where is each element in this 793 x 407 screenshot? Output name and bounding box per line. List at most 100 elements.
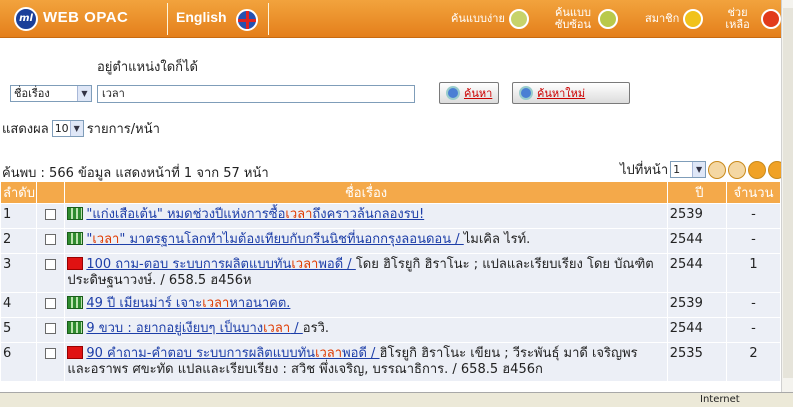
col-no: ลำดับ <box>0 181 38 204</box>
new-search-button[interactable]: ค้นหาใหม่ <box>512 82 630 104</box>
nav-advanced-search-label: ค้นแบบซับซ้อน <box>554 6 592 31</box>
chevron-down-icon[interactable]: ▼ <box>692 162 706 177</box>
title-text: พอดี / <box>318 257 356 272</box>
book-icon-green <box>67 207 84 220</box>
title-link[interactable]: 90 คำถาม-คำตอบ ระบบการผลิตแบบทันเวลาพอดี… <box>86 346 379 361</box>
nav-member[interactable]: สมาชิก <box>645 0 704 38</box>
book-icon-red <box>67 257 84 270</box>
chevron-down-icon[interactable]: ▼ <box>69 121 83 136</box>
simple-search-icon <box>508 9 529 29</box>
scrollbar-thumb[interactable] <box>783 8 793 378</box>
title-link[interactable]: 9 ขวบ : อยากอยู่เงียบๆ เป็นบางเวลา / <box>86 321 302 336</box>
row-year: 2539 <box>666 203 727 229</box>
book-icon-green <box>67 321 84 334</box>
browser-status-bar: Internet <box>0 392 793 407</box>
row-checkbox[interactable] <box>45 259 57 270</box>
row-title-cell: 90 คำถาม-คำตอบ ระบบการผลิตแบบทันเวลาพอดี… <box>64 342 668 382</box>
title-highlight: เวลา <box>285 207 313 222</box>
row-checkbox[interactable] <box>45 323 57 334</box>
col-year: ปี <box>666 181 727 204</box>
title-text: ถึงคราวล้นกลองรบ! <box>312 207 425 222</box>
nav-member-label: สมาชิก <box>645 12 680 25</box>
page-navigation: ไปที่หน้า 1 ▼ <box>620 159 787 180</box>
goto-page-value: 1 <box>673 163 681 176</box>
title-text: 100 ถาม-ตอบ ระบบการผลิตแบบทัน <box>86 257 292 272</box>
row-number: 2 <box>0 228 38 254</box>
row-checkbox-cell <box>36 228 66 254</box>
result-summary: ค้นพบ : 566 ข้อมูล แสดงหน้าที่ 1 จาก 57 … <box>2 166 269 181</box>
title-text: "แก่งเสือเต้น" หมดช่วงปีแห่งการซื้อ <box>86 207 286 222</box>
row-title-cell: 49 ปี เมียนม่าร์ เจาะเวลาหาอนาคต. <box>64 292 668 318</box>
row-checkbox-cell <box>36 203 66 229</box>
row-title-cell: 100 ถาม-ตอบ ระบบการผลิตแบบทันเวลาพอดี / … <box>64 253 668 293</box>
row-year: 2535 <box>666 342 727 382</box>
per-page-label: แสดงผล <box>2 122 49 137</box>
search-button[interactable]: ค้นหา <box>439 82 500 104</box>
advanced-search-icon <box>598 9 618 29</box>
book-icon-green <box>67 232 84 245</box>
row-title-cell: "แก่งเสือเต้น" หมดช่วงปีแห่งการซื้อเวลาถ… <box>64 203 668 229</box>
row-title-cell: "เวลา" มาตรฐานโลกทำไมต้องเทียบกับกรีนนิช… <box>64 228 668 254</box>
table-row: 5 9 ขวบ : อยากอยู่เงียบๆ เป็นบางเวลา / อร… <box>0 317 782 343</box>
results-table: ลำดับ ชื่อเรื่อง ปี จำนวน 1 "แก่งเสือเต้น… <box>0 181 782 382</box>
nav-simple-search[interactable]: ค้นแบบง่าย <box>451 0 529 38</box>
nav-simple-search-label: ค้นแบบง่าย <box>451 12 505 25</box>
status-zone: Internet <box>700 394 740 405</box>
goto-page-select[interactable]: 1 ▼ <box>670 161 707 178</box>
title-highlight: เวลา <box>291 257 319 272</box>
row-checkbox-cell <box>36 253 66 293</box>
table-row: 4 49 ปี เมียนม่าร์ เจาะเวลาหาอนาคต. 2539- <box>0 292 782 318</box>
col-count: จำนวน <box>725 181 782 204</box>
author-statement: ไมเคิล ไรท์. <box>463 232 531 247</box>
row-count: 1 <box>725 253 782 293</box>
search-input[interactable]: เวลา <box>97 85 415 103</box>
uk-flag-icon[interactable] <box>236 9 258 31</box>
search-field-select[interactable]: ชื่อเรื่อง ▼ <box>10 85 92 102</box>
title-text: 49 ปี เมียนม่าร์ เจาะ <box>86 296 203 311</box>
table-row: 3 100 ถาม-ตอบ ระบบการผลิตแบบทันเวลาพอดี /… <box>0 253 782 293</box>
row-checkbox[interactable] <box>45 298 57 309</box>
vertical-scrollbar[interactable] <box>781 0 793 392</box>
table-header: ลำดับ ชื่อเรื่อง ปี จำนวน <box>0 181 782 204</box>
title-text: " มาตรฐานโลกทำไมต้องเทียบกับกรีนนิชที่นอ… <box>119 232 464 247</box>
row-checkbox[interactable] <box>45 348 57 359</box>
prev-page-icon[interactable] <box>728 160 747 179</box>
title-text: 90 คำถาม-คำตอบ ระบบการผลิตแบบทัน <box>86 346 316 361</box>
next-page-icon[interactable] <box>748 160 767 179</box>
language-link[interactable]: English <box>176 9 227 25</box>
row-count: - <box>725 228 782 254</box>
author-statement: อรวิ. <box>302 321 330 336</box>
title-link[interactable]: 49 ปี เมียนม่าร์ เจาะเวลาหาอนาคต. <box>86 296 290 311</box>
per-page-unit: รายการ/หน้า <box>86 122 160 137</box>
title-text: / <box>290 321 303 336</box>
header-divider <box>167 3 168 35</box>
search-icon <box>519 86 533 100</box>
title-link[interactable]: "แก่งเสือเต้น" หมดช่วงปีแห่งการซื้อเวลาถ… <box>86 207 424 222</box>
per-page-select[interactable]: 10 ▼ <box>51 120 84 137</box>
member-icon <box>683 9 704 29</box>
nav-advanced-search[interactable]: ค้นแบบซับซ้อน <box>552 0 618 38</box>
title-link[interactable]: "เวลา" มาตรฐานโลกทำไมต้องเทียบกับกรีนนิช… <box>86 232 463 247</box>
row-number: 3 <box>0 253 38 293</box>
title-text: พอดี / <box>342 346 380 361</box>
nav-help[interactable]: ช่วยเหลือ <box>718 0 781 38</box>
title-highlight: เวลา <box>315 346 343 361</box>
row-checkbox[interactable] <box>45 209 57 220</box>
per-page-control: แสดงผล 10 ▼ รายการ/หน้า <box>2 118 160 139</box>
title-link[interactable]: 100 ถาม-ตอบ ระบบการผลิตแบบทันเวลาพอดี / <box>86 257 355 272</box>
search-icon <box>446 86 460 100</box>
row-number: 6 <box>0 342 38 382</box>
row-checkbox-cell <box>36 317 66 343</box>
row-number: 1 <box>0 203 38 229</box>
row-year: 2539 <box>666 292 727 318</box>
row-checkbox-cell <box>36 342 66 382</box>
row-number: 4 <box>0 292 38 318</box>
first-page-icon[interactable] <box>708 160 727 179</box>
title-text: หาอนาคต. <box>229 296 291 311</box>
per-page-value: 10 <box>54 122 69 135</box>
chevron-down-icon[interactable]: ▼ <box>77 86 91 101</box>
search-hint: อยู่ตำแหน่งใดก็ได้ <box>97 60 198 75</box>
brand-title: WEB OPAC <box>43 9 129 26</box>
row-title-cell: 9 ขวบ : อยากอยู่เงียบๆ เป็นบางเวลา / อรว… <box>64 317 668 343</box>
row-checkbox[interactable] <box>45 234 57 245</box>
